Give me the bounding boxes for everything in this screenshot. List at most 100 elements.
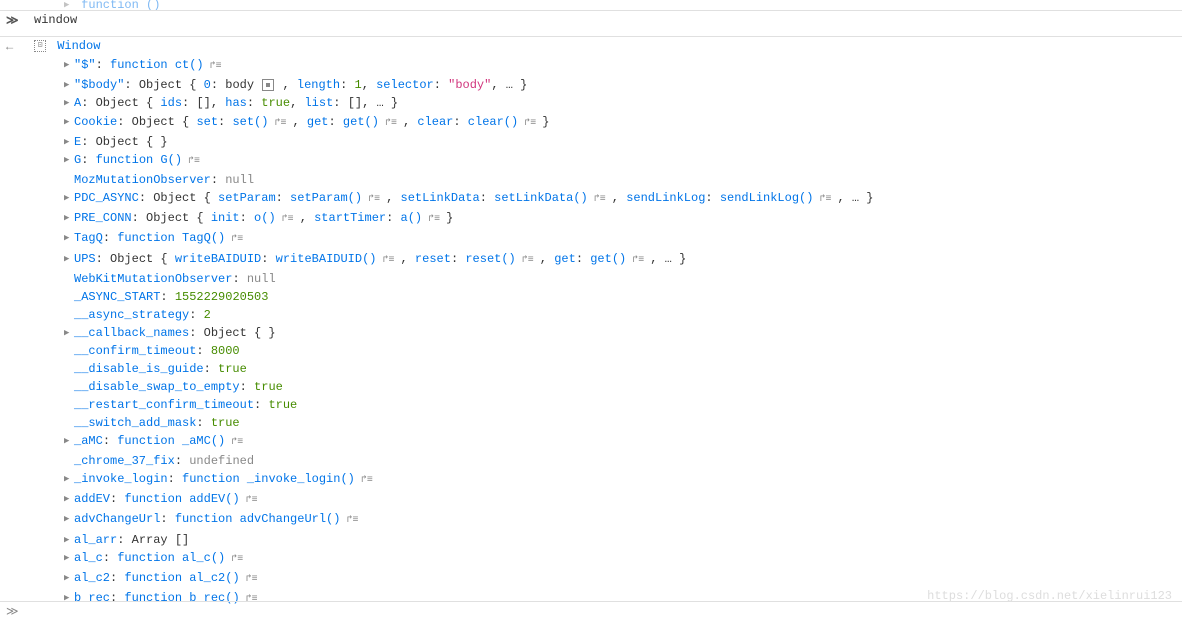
jump-to-source-icon[interactable]: ↱≡ <box>225 437 243 448</box>
object-type-label[interactable]: Window <box>57 39 100 53</box>
property-row[interactable]: ▶_aMC: function _aMC() ↱≡ <box>0 432 1182 452</box>
jump-to-source-icon[interactable]: ↱≡ <box>225 235 243 246</box>
property-row[interactable]: ▶G: function G() ↱≡ <box>0 151 1182 171</box>
property-row[interactable]: WebKitMutationObserver: null <box>0 270 1182 288</box>
property-value: get() <box>590 252 626 266</box>
separator: : <box>705 191 719 205</box>
separator: : <box>211 78 225 92</box>
twisty-icon[interactable]: ▶ <box>64 151 74 169</box>
property-key: addEV <box>74 492 110 506</box>
twisty-icon[interactable]: ▶ <box>64 56 74 74</box>
jump-to-source-icon[interactable]: ↱≡ <box>422 214 446 225</box>
separator: , <box>300 211 314 225</box>
property-row[interactable]: ▶addEV: function addEV() ↱≡ <box>0 490 1182 510</box>
property-key: writeBAIDUID <box>175 252 261 266</box>
property-row[interactable]: ▶al_c: function al_c() ↱≡ <box>0 549 1182 569</box>
property-row[interactable]: _ASYNC_START: 1552229020503 <box>0 288 1182 306</box>
property-row[interactable]: _chrome_37_fix: undefined <box>0 452 1182 470</box>
jump-to-source-icon[interactable]: ↱≡ <box>518 118 542 129</box>
property-row[interactable]: ▶_invoke_login: function _invoke_login()… <box>0 470 1182 490</box>
property-row[interactable]: ▶advChangeUrl: function advChangeUrl() ↱… <box>0 510 1182 530</box>
property-value: writeBAIDUID() <box>276 252 377 266</box>
twisty-icon[interactable]: ▶ <box>64 0 74 10</box>
property-row[interactable]: __switch_add_mask: true <box>0 414 1182 432</box>
twisty-icon[interactable]: ▶ <box>64 209 74 227</box>
node-inspect-icon[interactable] <box>262 79 274 91</box>
property-row[interactable]: ▶PDC_ASYNC: Object { setParam: setParam(… <box>0 189 1182 209</box>
jump-to-source-icon[interactable]: ↱≡ <box>626 255 650 266</box>
property-row[interactable]: MozMutationObserver: null <box>0 171 1182 189</box>
jump-to-source-icon[interactable]: ↱≡ <box>376 255 400 266</box>
twisty-icon[interactable]: ▶ <box>64 470 74 488</box>
twisty-icon[interactable]: ▶ <box>64 113 74 131</box>
property-value: true <box>261 97 290 111</box>
property-row[interactable]: ▶TagQ: function TagQ() ↱≡ <box>0 229 1182 249</box>
jump-to-source-icon[interactable]: ↱≡ <box>588 194 612 205</box>
jump-to-source-icon[interactable]: ↱≡ <box>355 475 373 486</box>
jump-to-source-icon[interactable]: ↱≡ <box>240 495 258 506</box>
console-input-row[interactable]: ≫ window <box>0 10 1182 30</box>
property-value: function _aMC() <box>117 434 225 448</box>
separator: , <box>540 252 554 266</box>
separator: : <box>218 115 232 129</box>
jump-to-source-icon[interactable]: ↱≡ <box>276 214 300 225</box>
twisty-icon[interactable]: ▶ <box>64 229 74 247</box>
jump-to-source-icon[interactable]: ↱≡ <box>240 574 258 585</box>
twisty-icon[interactable]: ▶ <box>64 432 74 450</box>
twisty-icon[interactable]: ▶ <box>64 549 74 567</box>
jump-to-source-icon[interactable]: ↱≡ <box>516 255 540 266</box>
property-row[interactable]: __confirm_timeout: 8000 <box>0 342 1182 360</box>
twisty-icon[interactable]: ▶ <box>64 94 74 112</box>
jump-to-source-icon[interactable]: ↱≡ <box>379 118 403 129</box>
console-prompt-bottom[interactable]: ≫ <box>0 601 1182 621</box>
property-value: 8000 <box>211 344 240 358</box>
twisty-icon[interactable]: ▶ <box>64 189 74 207</box>
jump-to-source-icon[interactable]: ↱≡ <box>182 156 200 167</box>
twisty-icon[interactable]: ▶ <box>64 324 74 342</box>
property-key: setLinkData <box>401 191 480 205</box>
property-value: function () <box>81 0 160 10</box>
property-row[interactable]: ▶"$": function ct() ↱≡ <box>0 56 1182 76</box>
twisty-icon[interactable]: ▶ <box>64 490 74 508</box>
property-key: __async_strategy <box>74 308 189 322</box>
jump-to-source-icon[interactable]: ↱≡ <box>340 516 358 527</box>
property-row[interactable]: ▶UPS: Object { writeBAIDUID: writeBAIDUI… <box>0 250 1182 270</box>
property-row[interactable]: ▶E: Object { } <box>0 133 1182 151</box>
twisty-icon[interactable]: ▶ <box>64 76 74 94</box>
separator: : <box>434 78 448 92</box>
property-value: clear() <box>468 115 518 129</box>
property-key: "$body" <box>74 78 124 92</box>
property-row[interactable]: ▶PRE_CONN: Object { init: o() ↱≡ , start… <box>0 209 1182 229</box>
twisty-icon[interactable]: ▶ <box>64 569 74 587</box>
jump-to-source-icon[interactable]: ↱≡ <box>225 554 243 565</box>
property-value: true <box>254 380 283 394</box>
separator: : <box>211 173 225 187</box>
twisty-icon[interactable]: ▶ <box>64 133 74 151</box>
twisty-icon[interactable]: ▶ <box>64 510 74 528</box>
property-row[interactable]: __async_strategy: 2 <box>0 306 1182 324</box>
property-row[interactable]: ▶"$body": Object { 0: body , length: 1, … <box>0 76 1182 94</box>
property-key: "$" <box>74 58 96 72</box>
property-row[interactable]: __restart_confirm_timeout: true <box>0 396 1182 414</box>
property-value: true <box>268 398 297 412</box>
property-row[interactable]: ▶al_arr: Array [] <box>0 531 1182 549</box>
property-row[interactable]: __disable_is_guide: true <box>0 360 1182 378</box>
jump-to-source-icon[interactable]: ↱≡ <box>268 118 292 129</box>
twisty-icon[interactable]: ▶ <box>64 250 74 268</box>
property-value: function TagQ() <box>117 232 225 246</box>
separator: : <box>254 398 268 412</box>
property-row[interactable]: ▶al_c2: function al_c2() ↱≡ <box>0 569 1182 589</box>
object-inspect-icon[interactable]: ⊡ <box>34 40 46 52</box>
twisty-icon[interactable]: ▶ <box>64 531 74 549</box>
jump-to-source-icon[interactable]: ↱≡ <box>204 61 222 72</box>
property-row[interactable]: ▶__callback_names: Object { } <box>0 324 1182 342</box>
separator: , <box>403 115 417 129</box>
property-row[interactable]: __disable_swap_to_empty: true <box>0 378 1182 396</box>
separator: : <box>453 115 467 129</box>
jump-to-source-icon[interactable]: ↱≡ <box>362 194 386 205</box>
property-row[interactable]: ▶A: Object { ids: [], has: true, list: [… <box>0 94 1182 112</box>
jump-to-source-icon[interactable]: ↱≡ <box>813 194 837 205</box>
property-row[interactable]: ▶Cookie: Object { set: set() ↱≡ , get: g… <box>0 113 1182 133</box>
separator: : <box>168 472 182 486</box>
property-key: PRE_CONN <box>74 211 132 225</box>
